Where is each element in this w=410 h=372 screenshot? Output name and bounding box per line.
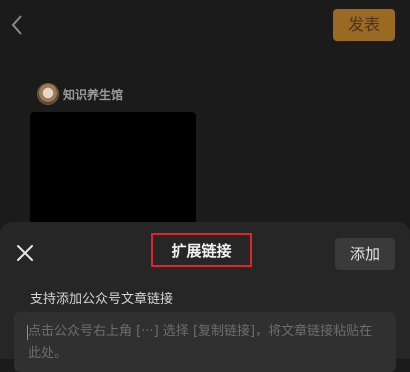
- extend-link-sheet: 扩展链接 添加 支持添加公众号文章链接 点击公众号右上角 [···] 选择 [复…: [0, 222, 410, 372]
- publish-button[interactable]: 发表: [333, 9, 395, 41]
- sheet-title: 扩展链接: [171, 241, 232, 260]
- article-cover-image[interactable]: [30, 112, 196, 224]
- top-bar: 发表: [0, 0, 410, 50]
- chevron-left-icon[interactable]: [8, 12, 26, 38]
- close-icon[interactable]: [14, 242, 36, 264]
- text-caret: [27, 325, 28, 340]
- avatar: [37, 83, 59, 105]
- link-input-placeholder: 点击公众号右上角 [···] 选择 [复制链接]，将文章链接粘贴在此处。: [28, 324, 373, 361]
- add-button[interactable]: 添加: [335, 238, 395, 270]
- hint-text: 支持添加公众号文章链接: [30, 292, 174, 307]
- link-input[interactable]: 点击公众号右上角 [···] 选择 [复制链接]，将文章链接粘贴在此处。: [14, 312, 396, 372]
- sheet-title-highlight: 扩展链接: [151, 233, 252, 267]
- author-name: 知识养生馆: [63, 87, 124, 102]
- author-row: 知识养生馆: [37, 82, 123, 106]
